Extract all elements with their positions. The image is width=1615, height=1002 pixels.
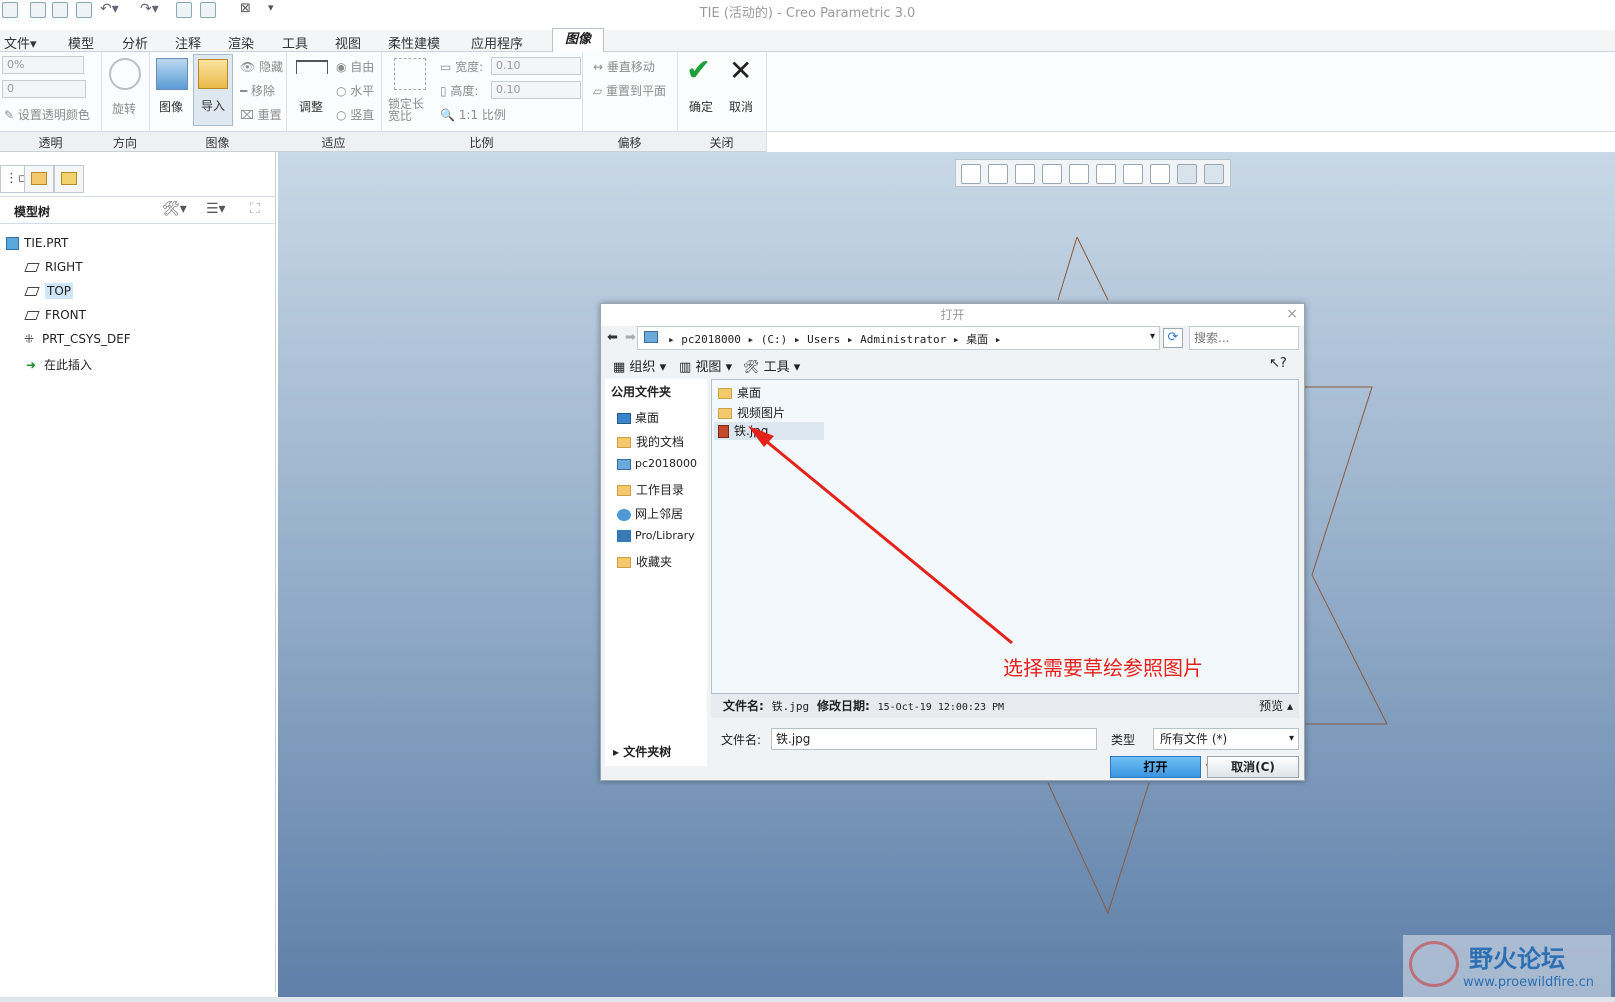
watermark: 野火论坛 www.proewildfire.cn	[1403, 935, 1611, 997]
watermark-logo-icon	[1409, 941, 1459, 987]
annotation-text: 选择需要草绘参照图片	[1003, 656, 1203, 680]
annotation-arrow	[748, 426, 1013, 645]
watermark-url: www.proewildfire.cn	[1463, 975, 1594, 990]
watermark-name: 野火论坛	[1469, 945, 1565, 973]
status-bar	[0, 997, 1615, 1002]
